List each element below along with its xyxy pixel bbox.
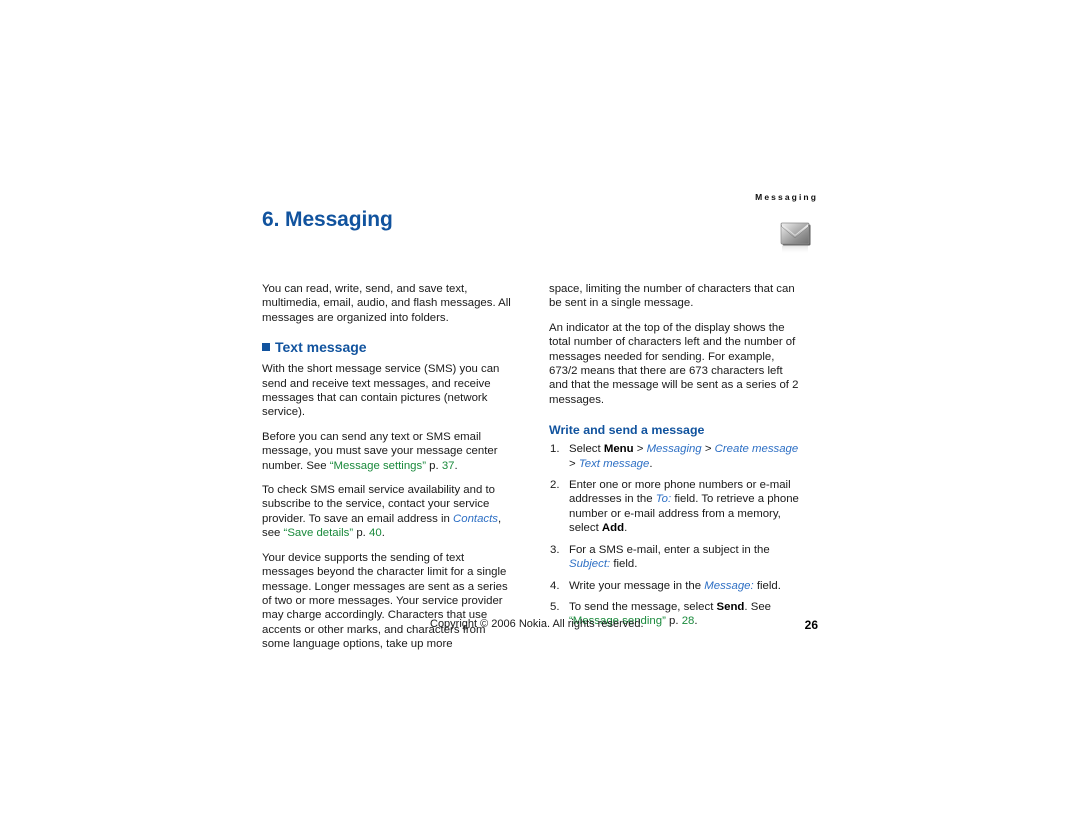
page-number: 26 xyxy=(804,618,818,632)
section-heading-label: Text message xyxy=(275,339,367,356)
xref-page-number[interactable]: 40 xyxy=(369,527,382,539)
paragraph-space-continued: space, limiting the number of characters… xyxy=(549,283,795,310)
text-run: . xyxy=(649,457,653,470)
text-run: > xyxy=(701,443,715,456)
ui-item-label: Create message xyxy=(714,443,799,456)
xref-save-details[interactable]: “Save details” xyxy=(284,527,354,539)
list-item-number: 5. xyxy=(550,600,560,613)
square-bullet-icon xyxy=(262,343,270,352)
list-item: 2. Enter one or more phone numbers or e-m… xyxy=(549,478,801,536)
text-run: For a SMS e-mail, enter a subject in the xyxy=(569,543,770,556)
text-run: > xyxy=(633,443,647,456)
text-run: . xyxy=(454,459,458,472)
text-run: field. xyxy=(610,558,638,571)
ui-item-label: Subject: xyxy=(569,558,611,571)
section-heading-text-message: Text message xyxy=(262,339,514,355)
list-item-number: 3. xyxy=(550,543,560,556)
text-run: p. xyxy=(426,459,442,472)
chapter-title-row: 6. Messaging xyxy=(262,192,818,255)
ui-item-label: Messaging xyxy=(646,443,702,456)
left-column: You can read, write, send, and save text… xyxy=(262,282,514,662)
subsection-heading-write-send: Write and send a message xyxy=(549,423,705,438)
copyright-notice: Copyright © 2006 Nokia. All rights reser… xyxy=(430,618,644,630)
paragraph-subscribe: To check SMS email service availability … xyxy=(262,483,514,541)
text-run: . xyxy=(381,527,385,540)
text-run: > xyxy=(569,457,579,470)
list-item-number: 1. xyxy=(550,443,560,456)
paragraph-message-center: Before you can send any text or SMS emai… xyxy=(262,430,514,473)
list-item: 4. Write your message in the Message: fie… xyxy=(549,579,801,593)
ui-command-label: Menu xyxy=(603,443,634,456)
ui-command-label: Add xyxy=(601,522,625,535)
text-run: p. xyxy=(353,527,370,540)
ui-item-label: Message: xyxy=(704,579,754,592)
xref-message-settings[interactable]: “Message settings” xyxy=(330,460,426,472)
list-item: 3. For a SMS e-mail, enter a subject in t… xyxy=(549,543,801,572)
list-item: 1. Select Menu > Messaging > Create messa… xyxy=(549,442,801,471)
intro-paragraph: You can read, write, send, and save text… xyxy=(262,283,511,324)
xref-page-number[interactable]: 37 xyxy=(442,460,455,472)
envelope-icon xyxy=(774,217,818,261)
document-page: Messaging 6. Messaging You can read, wri… xyxy=(262,192,818,650)
text-run: Write your message in the xyxy=(569,579,705,592)
ui-item-label: Text message xyxy=(578,457,650,470)
paragraph-indicator: An indicator at the top of the display s… xyxy=(549,321,799,406)
text-run: Select xyxy=(569,443,604,456)
right-column: space, limiting the number of characters… xyxy=(549,282,801,636)
page-title: 6. Messaging xyxy=(262,208,393,231)
text-run: To send the message, select xyxy=(569,600,717,613)
ui-item-label: To: xyxy=(655,493,672,506)
ui-item-contacts: Contacts xyxy=(453,512,498,525)
text-run: . xyxy=(624,522,628,535)
list-item-number: 2. xyxy=(550,479,560,492)
steps-list: 1. Select Menu > Messaging > Create messa… xyxy=(549,442,801,628)
text-run: . See xyxy=(744,600,771,613)
paragraph-sms: With the short message service (SMS) you… xyxy=(262,363,500,419)
page-footer: Copyright © 2006 Nokia. All rights reser… xyxy=(262,618,818,634)
paragraph-long-messages: Your device supports the sending of text… xyxy=(262,551,508,651)
text-run: field. xyxy=(753,579,781,592)
ui-command-label: Send xyxy=(716,600,745,613)
list-item-number: 4. xyxy=(550,579,560,592)
